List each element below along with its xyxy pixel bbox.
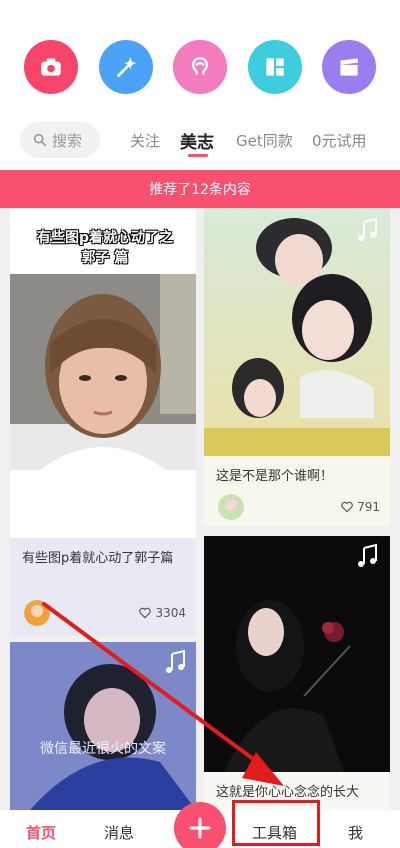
collage-button[interactable] [248, 40, 302, 94]
nav-messages[interactable]: 消息 [104, 822, 134, 843]
quick-tools-row [0, 40, 400, 100]
nav-home[interactable]: 首页 [26, 822, 56, 843]
heart-icon [139, 607, 152, 619]
feed-card[interactable]: 这就是你心心念念的长大 [204, 536, 390, 810]
camera-button[interactable] [24, 40, 78, 94]
card-image [10, 642, 196, 810]
magic-button[interactable] [99, 40, 153, 94]
recommend-banner: 推荐了12条内容 [0, 170, 400, 208]
collage-icon [266, 58, 284, 76]
portrait-photo [10, 274, 196, 470]
like-count[interactable]: 791 [340, 500, 380, 514]
search-button[interactable]: 搜索 [20, 122, 100, 158]
feed-card[interactable]: 有些图p着就心动了之郭子 篇 有些图p着就心动了郭子篇 3304 [10, 208, 196, 636]
card-overlay-text: 微信最近很火的文案 [40, 741, 166, 757]
card-title: 有些图p着就心动了郭子篇 [22, 551, 174, 566]
create-button[interactable] [174, 802, 226, 848]
active-tab-indicator [188, 154, 208, 157]
video-button[interactable] [322, 40, 376, 94]
beauty-icon [192, 57, 208, 75]
tab-free-trial[interactable]: 0元试用 [312, 130, 367, 151]
tab-get-same[interactable]: Get同款 [236, 130, 293, 151]
heart-icon [341, 501, 353, 513]
video-clapper-icon [340, 58, 359, 76]
card-image [204, 208, 390, 456]
search-icon [33, 133, 47, 147]
magic-wand-icon [117, 57, 137, 78]
like-number: 791 [357, 500, 380, 514]
tab-follow[interactable]: 关注 [130, 130, 160, 151]
tab-bar: 搜索 关注 美志 Get同款 0元试用 [0, 122, 400, 162]
beauty-button[interactable] [173, 40, 227, 94]
feed-card[interactable]: 微信最近很火的文案 [10, 642, 196, 810]
like-count[interactable]: 3304 [138, 606, 186, 620]
avatar [24, 600, 50, 626]
card-image: 有些图p着就心动了之郭子 篇 [10, 208, 196, 538]
camera-icon [41, 58, 61, 76]
plus-icon [189, 817, 211, 839]
feed-card[interactable]: 这是不是那个谁啊！ 791 [204, 208, 390, 526]
nav-me[interactable]: 我 [348, 822, 363, 843]
card-image [204, 536, 390, 772]
card-overlay-text: 有些图p着就心动了之郭子 篇 [36, 230, 174, 266]
search-label: 搜索 [52, 131, 83, 150]
like-number: 3304 [155, 606, 186, 620]
card-title: 这是不是那个谁啊！ [216, 469, 334, 484]
avatar [218, 494, 244, 520]
annotation-highlight-box [232, 800, 320, 846]
tab-meizhi[interactable]: 美志 [180, 128, 214, 153]
